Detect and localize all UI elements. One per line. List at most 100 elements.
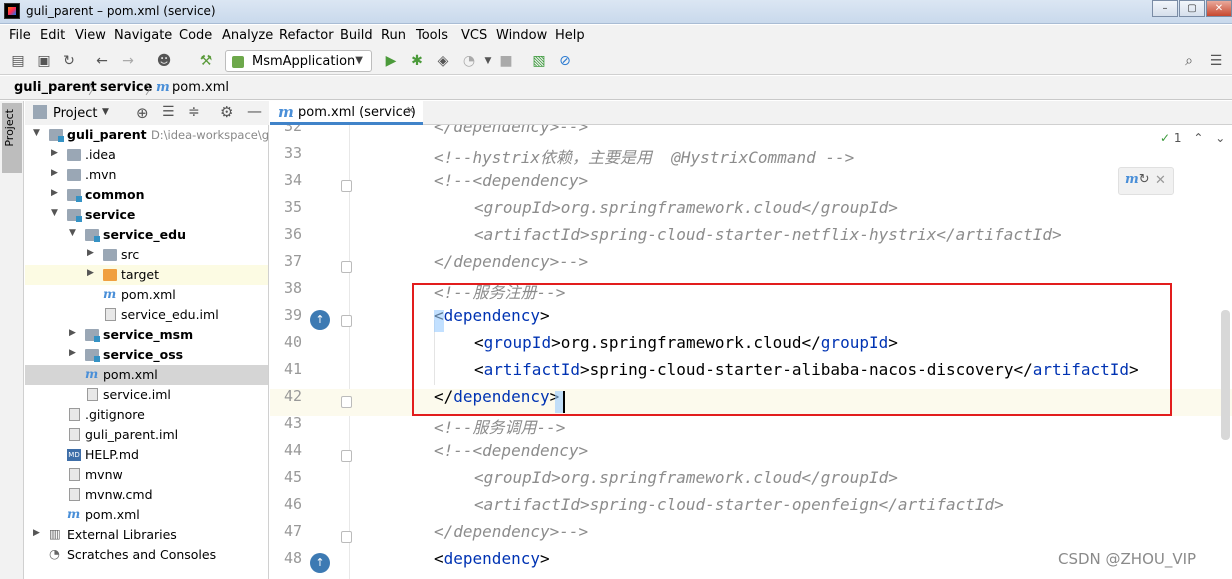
hide-panel-icon[interactable]: — — [247, 102, 262, 120]
activity-monitor-icon[interactable]: ▧ — [530, 52, 548, 70]
chevron-right-icon[interactable]: ▶ — [87, 248, 97, 258]
tree-item-parent-iml[interactable]: guli_parent.iml — [25, 425, 268, 445]
fold-marker-icon[interactable] — [341, 450, 352, 462]
inspection-widget[interactable]: ✓ 1 ⌃ ⌄ — [1160, 131, 1225, 145]
sync-icon[interactable]: ↻ — [60, 52, 78, 70]
chevron-down-icon[interactable]: ▼ — [33, 128, 43, 138]
chevron-down-icon[interactable]: ▼ — [69, 228, 79, 238]
code-line[interactable]: 44 <!--<dependency> — [270, 441, 1232, 470]
tree-item-idea[interactable]: ▶ .idea — [25, 145, 268, 165]
run-icon[interactable]: ▶ — [382, 52, 400, 70]
breadcrumb-item-file[interactable]: pom.xml — [172, 80, 229, 95]
back-icon[interactable]: ← — [93, 52, 111, 70]
menu-analyze[interactable]: Analyze — [222, 28, 273, 43]
tree-item-service-pom[interactable]: m pom.xml — [25, 365, 268, 385]
previous-highlight-icon[interactable]: ⌃ — [1193, 131, 1203, 145]
close-window-icon[interactable]: ✕ — [1206, 0, 1232, 17]
build-hammer-icon[interactable]: ⚒ — [197, 52, 215, 70]
tree-item-mvnw-cmd[interactable]: mvnw.cmd — [25, 485, 268, 505]
tree-item-guli-parent[interactable]: ▼ guli_parent D:\idea-workspace\gu — [25, 125, 268, 145]
minimize-icon[interactable]: – — [1152, 0, 1178, 17]
code-line[interactable]: 33 <!--hystrix依赖，主要是用 @HystrixCommand --> — [270, 144, 1232, 173]
tree-item-service-edu[interactable]: ▼ service_edu — [25, 225, 268, 245]
chevron-right-icon[interactable]: ▶ — [69, 328, 79, 338]
tree-item-edu-iml[interactable]: service_edu.iml — [25, 305, 268, 325]
fold-marker-icon[interactable] — [341, 180, 352, 192]
expand-all-icon[interactable]: ☰ — [162, 104, 175, 120]
code-line[interactable]: 35 <groupId>org.springframework.cloud</gr… — [270, 198, 1232, 227]
tree-item-mvn[interactable]: ▶ .mvn — [25, 165, 268, 185]
menu-file[interactable]: File — [9, 28, 31, 43]
settings-icon[interactable]: ☰ — [1207, 52, 1225, 70]
maximize-icon[interactable]: ▢ — [1179, 0, 1205, 17]
locate-icon[interactable]: ⊕ — [136, 104, 149, 122]
menu-refactor[interactable]: Refactor — [279, 28, 334, 43]
fold-marker-icon[interactable] — [341, 315, 352, 327]
menu-edit[interactable]: Edit — [40, 28, 65, 43]
chevron-right-icon[interactable]: ▶ — [51, 168, 61, 178]
chevron-right-icon[interactable]: ▶ — [51, 188, 61, 198]
tree-item-common[interactable]: ▶ common — [25, 185, 268, 205]
menu-vcs[interactable]: VCS — [461, 28, 487, 43]
gear-icon[interactable]: ⚙ — [220, 103, 233, 121]
tree-item-src[interactable]: ▶ src — [25, 245, 268, 265]
code-line[interactable]: 45 <groupId>org.springframework.cloud</gr… — [270, 468, 1232, 497]
stop-icon[interactable]: ■ — [497, 52, 515, 70]
breadcrumb-item-project[interactable]: guli_parent — [14, 80, 97, 95]
chevron-right-icon[interactable]: ▶ — [51, 148, 61, 158]
tree-item-scratches[interactable]: ◔ Scratches and Consoles — [25, 545, 268, 565]
code-line[interactable]: 43 <!--服务调用--> — [270, 414, 1232, 443]
open-folder-icon[interactable]: ▤ — [9, 52, 27, 70]
chevron-down-icon[interactable]: ▼ — [102, 107, 109, 117]
code-line[interactable]: 34 <!--<dependency> — [270, 171, 1232, 200]
tab-pom-xml-service[interactable]: m pom.xml (service) ✕ — [270, 101, 423, 125]
tree-item-service[interactable]: ▼ service — [25, 205, 268, 225]
tree-item-service-msm[interactable]: ▶ service_msm — [25, 325, 268, 345]
close-tab-icon[interactable]: ✕ — [406, 104, 415, 117]
menu-code[interactable]: Code — [179, 28, 212, 43]
power-save-icon[interactable]: ⊘ — [556, 52, 574, 70]
maven-reload-icon[interactable]: m↻ — [1125, 172, 1150, 187]
navigate-parent-icon[interactable]: ↑ — [310, 310, 330, 330]
fold-marker-icon[interactable] — [341, 531, 352, 543]
chevron-right-icon[interactable]: ▶ — [69, 348, 79, 358]
fold-marker-icon[interactable] — [341, 396, 352, 408]
tree-item-gitignore[interactable]: .gitignore — [25, 405, 268, 425]
debug-icon[interactable]: ✱ — [408, 52, 426, 70]
project-view-title[interactable]: Project — [53, 106, 97, 121]
coverage-icon[interactable]: ◈ — [434, 52, 452, 70]
menu-tools[interactable]: Tools — [416, 28, 448, 43]
search-icon[interactable]: ⌕ — [1180, 52, 1198, 70]
tree-item-mvnw[interactable]: mvnw — [25, 465, 268, 485]
tree-item-help-md[interactable]: MD HELP.md — [25, 445, 268, 465]
menu-view[interactable]: View — [75, 28, 106, 43]
tree-item-edu-pom[interactable]: m pom.xml — [25, 285, 268, 305]
code-line[interactable]: 36 <artifactId>spring-cloud-starter-netfl… — [270, 225, 1232, 254]
run-configuration-select[interactable]: MsmApplication ▼ — [225, 50, 372, 72]
profile-icon[interactable]: ◔ — [460, 52, 478, 70]
forward-icon[interactable]: → — [119, 52, 137, 70]
next-highlight-icon[interactable]: ⌄ — [1215, 131, 1225, 145]
chevron-right-icon[interactable]: ▶ — [87, 268, 97, 278]
chevron-down-icon[interactable]: ▼ — [51, 208, 61, 218]
code-line[interactable]: 37 </dependency>--> — [270, 252, 1232, 281]
menu-window[interactable]: Window — [496, 28, 547, 43]
close-icon[interactable]: ✕ — [1155, 173, 1166, 188]
tree-item-target[interactable]: ▶ target — [25, 265, 268, 285]
save-icon[interactable]: ▣ — [35, 52, 53, 70]
tree-item-root-pom[interactable]: m pom.xml — [25, 505, 268, 525]
menu-run[interactable]: Run — [381, 28, 406, 43]
menu-help[interactable]: Help — [555, 28, 585, 43]
fold-marker-icon[interactable] — [341, 261, 352, 273]
tree-item-service-oss[interactable]: ▶ service_oss — [25, 345, 268, 365]
menu-build[interactable]: Build — [340, 28, 373, 43]
chevron-right-icon[interactable]: ▶ — [33, 528, 43, 538]
navigate-parent-icon[interactable]: ↑ — [310, 553, 330, 573]
tree-item-service-iml[interactable]: service.iml — [25, 385, 268, 405]
menu-navigate[interactable]: Navigate — [114, 28, 172, 43]
user-icon[interactable]: ☻ — [155, 52, 173, 70]
code-line[interactable]: 46 <artifactId>spring-cloud-starter-openf… — [270, 495, 1232, 524]
tree-item-external-libraries[interactable]: ▶ ▥ External Libraries — [25, 525, 268, 545]
profile-dropdown-icon[interactable]: ▼ — [479, 52, 497, 70]
editor-scrollbar[interactable] — [1221, 310, 1230, 440]
